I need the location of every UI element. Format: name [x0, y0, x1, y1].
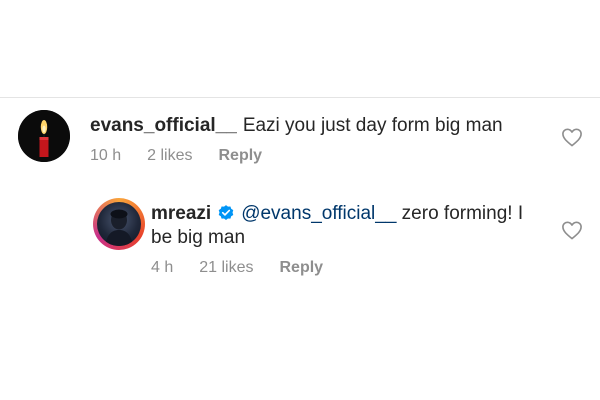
comment-meta: 10 h 2 likes Reply — [90, 147, 550, 165]
verified-badge-icon — [218, 205, 234, 220]
comment: evans_official__ Eazi you just day form b… — [18, 110, 583, 170]
comment-text-line: evans_official__ Eazi you just day form b… — [90, 114, 550, 138]
heart-outline-icon[interactable] — [561, 220, 583, 240]
mention-link[interactable]: @evans_official__ — [241, 203, 396, 224]
reply-button[interactable]: Reply — [219, 147, 263, 165]
comment-likes-count[interactable]: 2 likes — [147, 147, 192, 165]
comment-text: Eazi you just day form big man — [242, 115, 503, 136]
comment-username[interactable]: mreazi — [151, 203, 211, 224]
avatar[interactable] — [93, 198, 145, 250]
comment-username[interactable]: evans_official__ — [90, 115, 237, 136]
reply-comment: mreazi @evans_official__ zero forming! I… — [93, 198, 583, 288]
top-divider — [0, 97, 600, 98]
comment-timestamp[interactable]: 10 h — [90, 147, 121, 165]
avatar[interactable] — [18, 110, 70, 162]
comment-meta: 4 h 21 likes Reply — [151, 259, 531, 277]
comment-likes-count[interactable]: 21 likes — [199, 259, 253, 277]
profile-photo — [97, 202, 141, 246]
reply-button[interactable]: Reply — [280, 259, 324, 277]
comment-text-line: mreazi @evans_official__ zero forming! I… — [151, 202, 531, 250]
heart-outline-icon[interactable] — [561, 127, 583, 147]
comment-timestamp[interactable]: 4 h — [151, 259, 173, 277]
candle-icon — [18, 110, 70, 162]
